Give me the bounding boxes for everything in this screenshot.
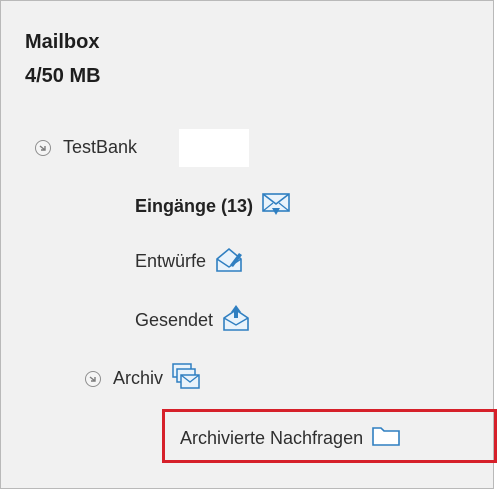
mailbox-title: Mailbox: [25, 31, 100, 53]
folder-label: Archiv: [113, 368, 164, 388]
folder-sent[interactable]: Gesendet: [135, 303, 251, 338]
account-label: TestBank: [63, 137, 138, 157]
tree-item-account[interactable]: TestBank: [35, 137, 137, 158]
folder-drafts[interactable]: Entwürfe: [135, 245, 244, 278]
archive-icon: [171, 361, 201, 396]
selection-highlight: [162, 409, 497, 463]
mailbox-size: 4/50 MB: [25, 65, 101, 87]
collapse-icon[interactable]: [85, 370, 101, 387]
mailbox-panel: Mailbox 4/50 MB TestBank Eingänge (13) E…: [0, 0, 497, 489]
redaction-box: [179, 129, 249, 167]
drafts-icon: [214, 245, 244, 278]
folder-inbox[interactable]: Eingänge (13): [135, 191, 291, 222]
inbox-icon: [261, 191, 291, 222]
folder-label: Entwürfe: [135, 251, 207, 271]
folder-archive[interactable]: Archiv: [85, 361, 201, 396]
sent-icon: [221, 303, 251, 338]
folder-label: Eingänge (13): [135, 196, 254, 216]
collapse-icon[interactable]: [35, 139, 51, 156]
folder-label: Gesendet: [135, 310, 214, 330]
